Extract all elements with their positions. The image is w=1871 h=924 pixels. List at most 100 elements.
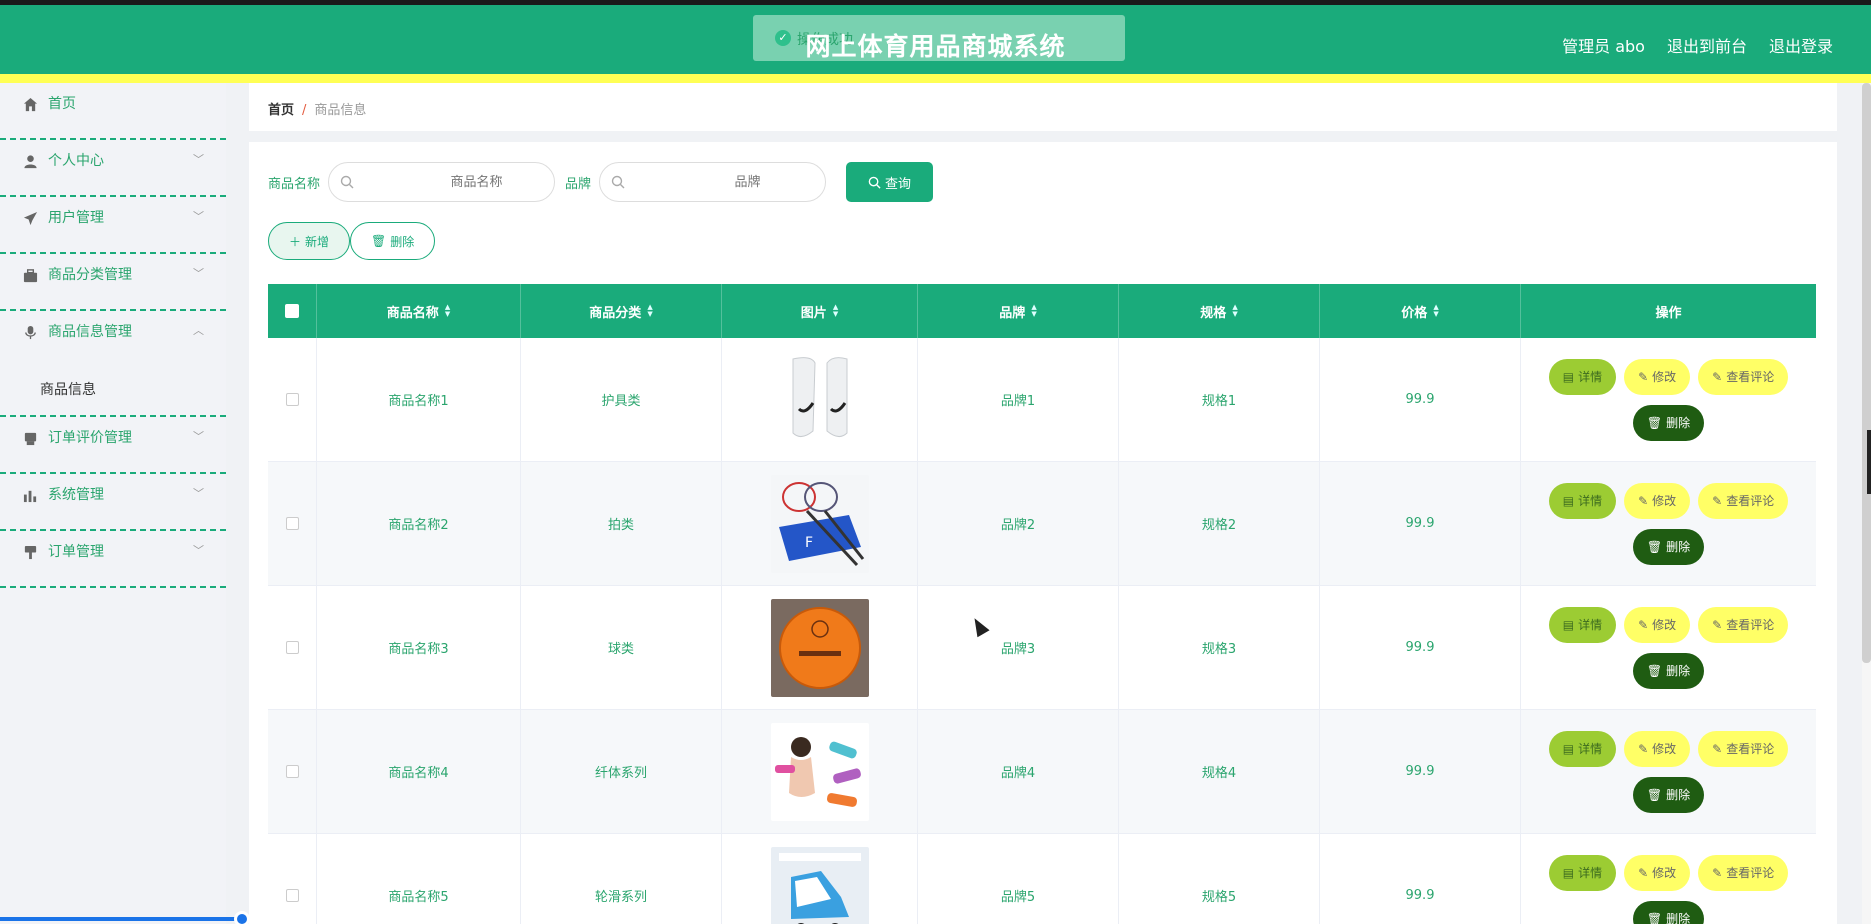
- brush-icon: [24, 545, 37, 560]
- pencil-icon: ✎: [1638, 865, 1649, 880]
- pencil-icon: ✎: [1712, 369, 1723, 384]
- cell-category: 轮滑系列: [521, 834, 722, 924]
- header-brand[interactable]: 品牌 ▲ ▼: [918, 284, 1119, 338]
- delete-button[interactable]: 🗑 删除: [1632, 900, 1705, 924]
- view-reviews-button[interactable]: ✎ 查看评论: [1698, 606, 1789, 643]
- delete-label: 删除: [1666, 416, 1691, 430]
- row-ops: ▤ 详情 ✎ 修改 ✎ 查看评论 🗑 删除: [1539, 854, 1799, 924]
- detail-button[interactable]: ▤ 详情: [1548, 730, 1617, 767]
- search-icon: [340, 175, 354, 189]
- row-checkbox[interactable]: [285, 889, 299, 902]
- product-image-orange-ball[interactable]: [770, 598, 869, 697]
- name-search-label: 商品名称: [268, 176, 321, 192]
- cell-spec: 规格4: [1119, 710, 1320, 833]
- row-checkbox[interactable]: [285, 393, 299, 406]
- trash-icon: 🗑: [1646, 663, 1663, 678]
- product-image-dumbbells[interactable]: [770, 722, 869, 821]
- view-reviews-button[interactable]: ✎ 查看评论: [1698, 854, 1789, 891]
- sidebar-item-category-management[interactable]: 商品分类管理 ﹀: [0, 254, 226, 311]
- cell-brand: 品牌3: [918, 586, 1119, 709]
- page-progress-bar: [0, 917, 243, 921]
- select-all-checkbox[interactable]: [285, 304, 299, 318]
- cell-price: 99.9: [1320, 834, 1521, 924]
- product-image-badminton-rackets[interactable]: F: [770, 474, 869, 573]
- brand-search-field: [599, 162, 827, 202]
- batch-delete-button[interactable]: 🗑 删除: [350, 222, 436, 260]
- cell-price: 99.9: [1320, 462, 1521, 585]
- header-label: 商品分类: [589, 305, 642, 321]
- row-checkbox[interactable]: [285, 641, 299, 654]
- detail-button[interactable]: ▤ 详情: [1548, 482, 1617, 519]
- row-checkbox[interactable]: [285, 765, 299, 778]
- edit-button[interactable]: ✎ 修改: [1624, 854, 1691, 891]
- header-product-name[interactable]: 商品名称 ▲ ▼: [317, 284, 521, 338]
- add-button[interactable]: ＋ 新增: [268, 222, 351, 260]
- delete-button[interactable]: 🗑 删除: [1632, 652, 1705, 689]
- cell-spec: 规格2: [1119, 462, 1320, 585]
- brand-search-input[interactable]: [630, 163, 816, 201]
- sidebar-item-system-management[interactable]: 系统管理 ﹀: [0, 474, 226, 531]
- row-select-cell: [268, 834, 317, 924]
- document-icon: ▤: [1562, 369, 1575, 384]
- trash-icon: 🗑: [1646, 911, 1663, 924]
- product-table: 商品名称 ▲ ▼ 商品分类 ▲ ▼ 图片 ▲ ▼ 品牌 ▲ ▼ 规格 ▲ ▼ 价格 ▲ ▼ 操作 商品名…: [268, 284, 1816, 924]
- edit-button[interactable]: ✎ 修改: [1624, 606, 1691, 643]
- breadcrumb-current: 商品信息: [314, 103, 367, 118]
- sidebar-item-order-review-management[interactable]: 订单评价管理 ﹀: [0, 417, 226, 474]
- trash-icon: 🗑: [1646, 415, 1663, 430]
- delete-label: 删除: [1666, 540, 1691, 554]
- header-price[interactable]: 价格 ▲ ▼: [1320, 284, 1521, 338]
- header-label: 商品名称: [386, 305, 439, 321]
- cell-operations: ▤ 详情 ✎ 修改 ✎ 查看评论 🗑 删除: [1521, 338, 1816, 461]
- breadcrumb-home[interactable]: 首页: [268, 103, 294, 118]
- svg-text:F: F: [805, 535, 813, 551]
- progress-handle[interactable]: [234, 911, 250, 924]
- cell-price: 99.9: [1320, 338, 1521, 461]
- logout-link[interactable]: 退出登录: [1769, 33, 1833, 57]
- delete-button[interactable]: 🗑 删除: [1632, 528, 1705, 565]
- sort-icon: ▲ ▼: [1232, 303, 1238, 318]
- page-scrollbar-thumb[interactable]: [1862, 83, 1871, 663]
- product-image-roller-skates[interactable]: [770, 846, 869, 924]
- cell-spec: 规格3: [1119, 586, 1320, 709]
- edit-button[interactable]: ✎ 修改: [1624, 358, 1691, 395]
- edit-button[interactable]: ✎ 修改: [1624, 730, 1691, 767]
- sidebar-item-order-management[interactable]: 订单管理 ﹀: [0, 531, 226, 588]
- detail-button[interactable]: ▤ 详情: [1548, 606, 1617, 643]
- sidebar-item-product-management[interactable]: 商品信息管理 ︿: [0, 311, 226, 368]
- name-search-input[interactable]: [359, 163, 545, 201]
- sort-icon: ▲ ▼: [1433, 303, 1439, 318]
- header-spec[interactable]: 规格 ▲ ▼: [1119, 284, 1320, 338]
- header-links: 管理员 abo 退出到前台 退出登录: [1562, 33, 1833, 57]
- row-checkbox[interactable]: [285, 517, 299, 530]
- header-label: 规格: [1200, 305, 1227, 321]
- sidebar-item-home[interactable]: 首页: [0, 83, 226, 140]
- delete-button[interactable]: 🗑 删除: [1632, 776, 1705, 813]
- success-toast: ✓ 操作成功: [753, 15, 1125, 61]
- brand-search-label: 品牌: [565, 176, 592, 192]
- header-image[interactable]: 图片 ▲ ▼: [722, 284, 918, 338]
- product-image-shin-guards[interactable]: [770, 350, 869, 449]
- chevron-down-icon: ﹀: [193, 544, 204, 557]
- cell-price: 99.9: [1320, 586, 1521, 709]
- header-category[interactable]: 商品分类 ▲ ▼: [521, 284, 722, 338]
- view-reviews-button[interactable]: ✎ 查看评论: [1698, 358, 1789, 395]
- cell-category: 拍类: [521, 462, 722, 585]
- sidebar-item-personal-center[interactable]: 个人中心 ﹀: [0, 140, 226, 197]
- review-label: 查看评论: [1726, 494, 1775, 508]
- delete-button[interactable]: 🗑 删除: [1632, 404, 1705, 441]
- cell-category: 护具类: [521, 338, 722, 461]
- view-reviews-button[interactable]: ✎ 查看评论: [1698, 730, 1789, 767]
- sidebar-item-user-management[interactable]: 用户管理 ﹀: [0, 197, 226, 254]
- detail-button[interactable]: ▤ 详情: [1548, 358, 1617, 395]
- view-reviews-button[interactable]: ✎ 查看评论: [1698, 482, 1789, 519]
- review-label: 查看评论: [1726, 742, 1775, 756]
- sidebar-subitem-product-info[interactable]: 商品信息: [0, 368, 226, 417]
- edit-button[interactable]: ✎ 修改: [1624, 482, 1691, 519]
- back-to-frontend-link[interactable]: 退出到前台: [1667, 33, 1747, 57]
- sort-icon: ▲ ▼: [647, 303, 653, 318]
- detail-button[interactable]: ▤ 详情: [1548, 854, 1617, 891]
- query-button[interactable]: 查询: [846, 162, 934, 202]
- sidebar-item-label: 商品分类管理: [48, 267, 132, 283]
- sort-icon: ▲ ▼: [444, 303, 451, 318]
